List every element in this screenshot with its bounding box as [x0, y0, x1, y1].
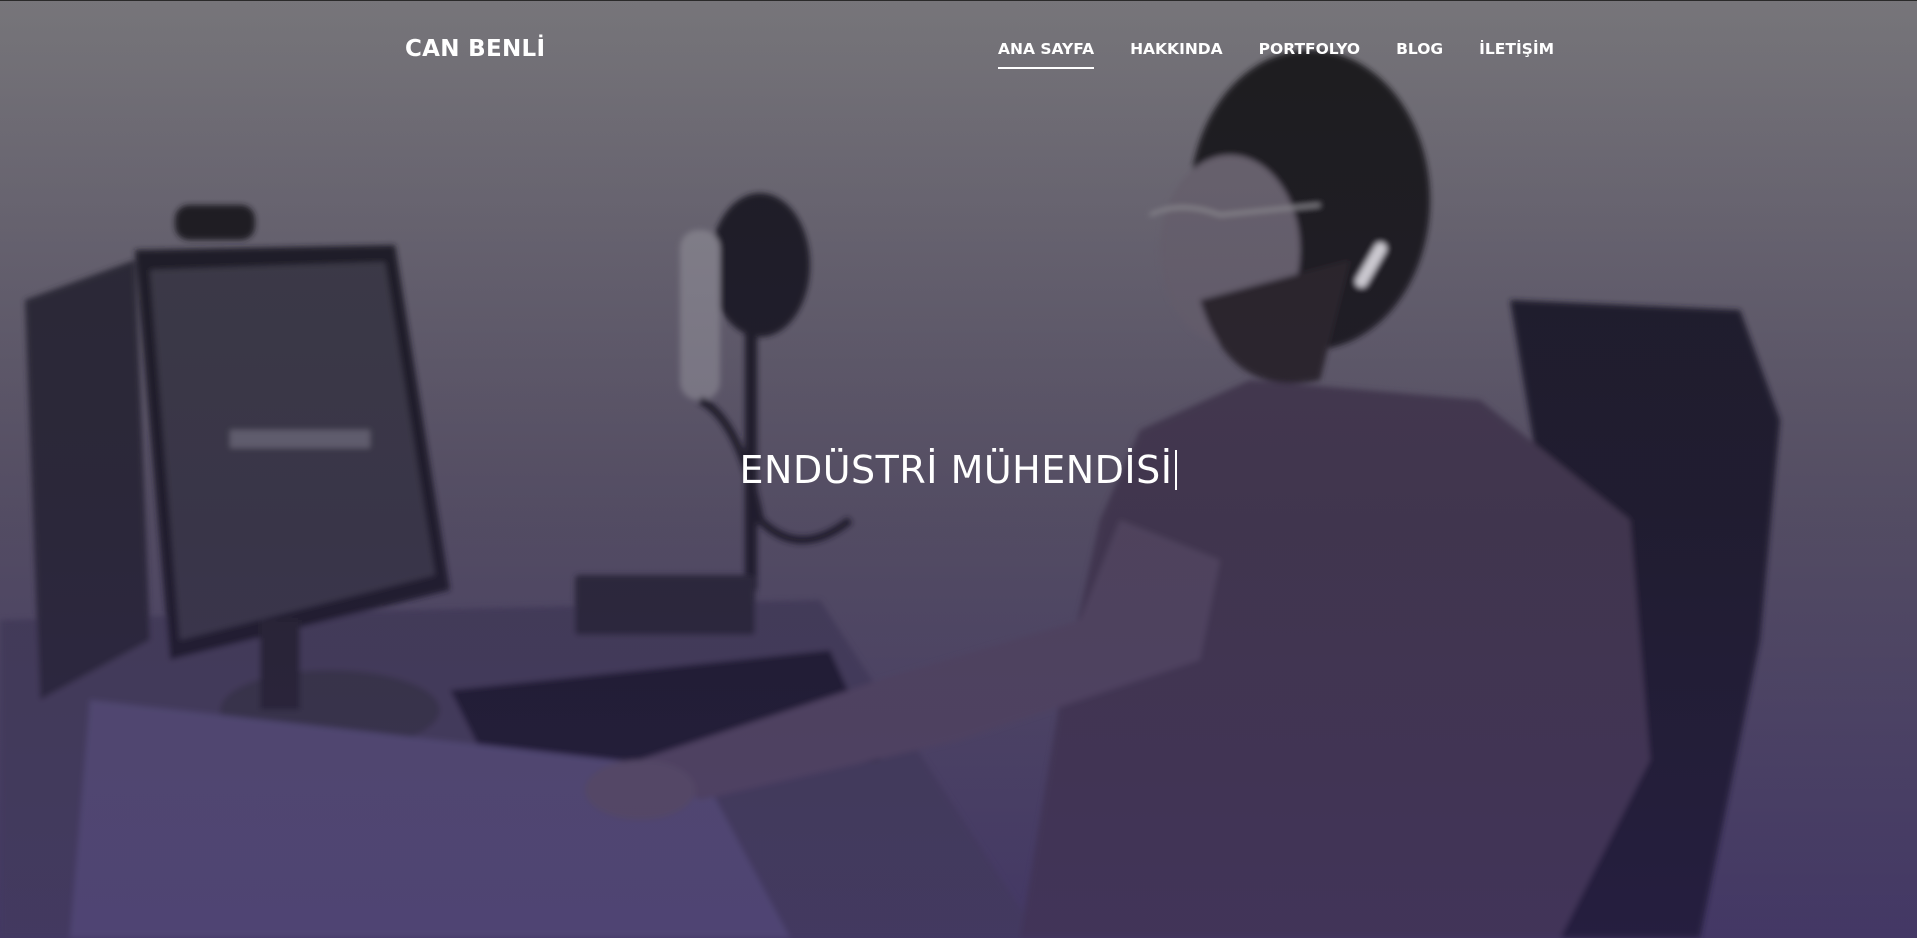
navbar: CAN BENLİ ANA SAYFA HAKKINDA PORTFOLYO B… — [0, 0, 1917, 104]
nav-item-portfolyo[interactable]: PORTFOLYO — [1259, 40, 1360, 69]
hero-section: CAN BENLİ ANA SAYFA HAKKINDA PORTFOLYO B… — [0, 0, 1917, 938]
brand-logo[interactable]: CAN BENLİ — [405, 36, 545, 62]
nav-item-hakkinda[interactable]: HAKKINDA — [1130, 40, 1223, 69]
nav-menu: ANA SAYFA HAKKINDA PORTFOLYO BLOG İLETİŞ… — [998, 40, 1554, 69]
nav-item-iletisim[interactable]: İLETİŞİM — [1479, 40, 1554, 69]
nav-item-blog[interactable]: BLOG — [1396, 40, 1443, 69]
typing-cursor — [1175, 450, 1178, 490]
typed-text: ENDÜSTRİ MÜHENDİSİ — [739, 448, 1173, 492]
hero-headline: ENDÜSTRİ MÜHENDİSİ — [0, 448, 1917, 492]
nav-item-ana-sayfa[interactable]: ANA SAYFA — [998, 40, 1095, 69]
